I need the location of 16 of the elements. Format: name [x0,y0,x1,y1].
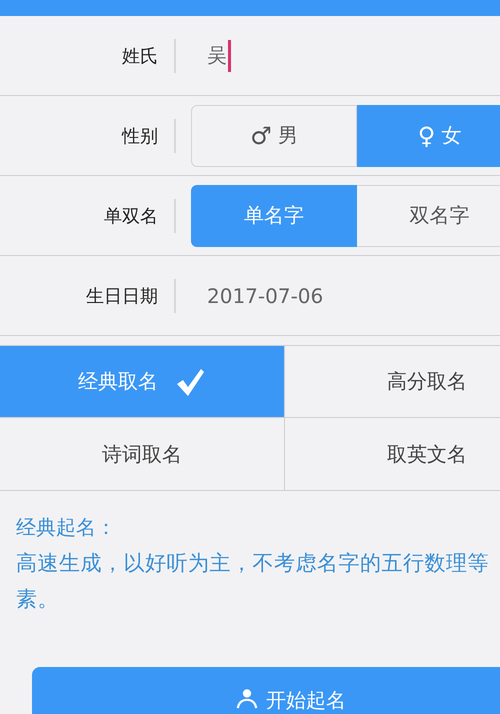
segment-option[interactable]: ♀ 女 [357,104,500,166]
field-label: 性别 [120,124,158,148]
segment-option[interactable]: 单名字 [191,184,357,246]
segment-option[interactable]: 双名字 [357,184,500,246]
surname-field[interactable]: 吴 [207,38,231,72]
description-title: 经典起名： [16,514,116,541]
segment-option[interactable]: ♂ 男 [191,104,357,166]
mode-tab[interactable]: 经典取名 [0,346,285,418]
field-label: 生日日期 [85,284,158,308]
person-icon [236,687,258,709]
description-text: 高速生成，以好听为主，不考虑名字的五行数理等 [16,550,489,577]
field-label: 姓氏 [121,44,158,68]
field-label: 单双名 [103,204,158,228]
start-button[interactable]: 开始起名 [32,667,500,714]
description-text: 素。 [16,586,59,613]
date-field[interactable]: 2017-07-06 [207,284,324,308]
